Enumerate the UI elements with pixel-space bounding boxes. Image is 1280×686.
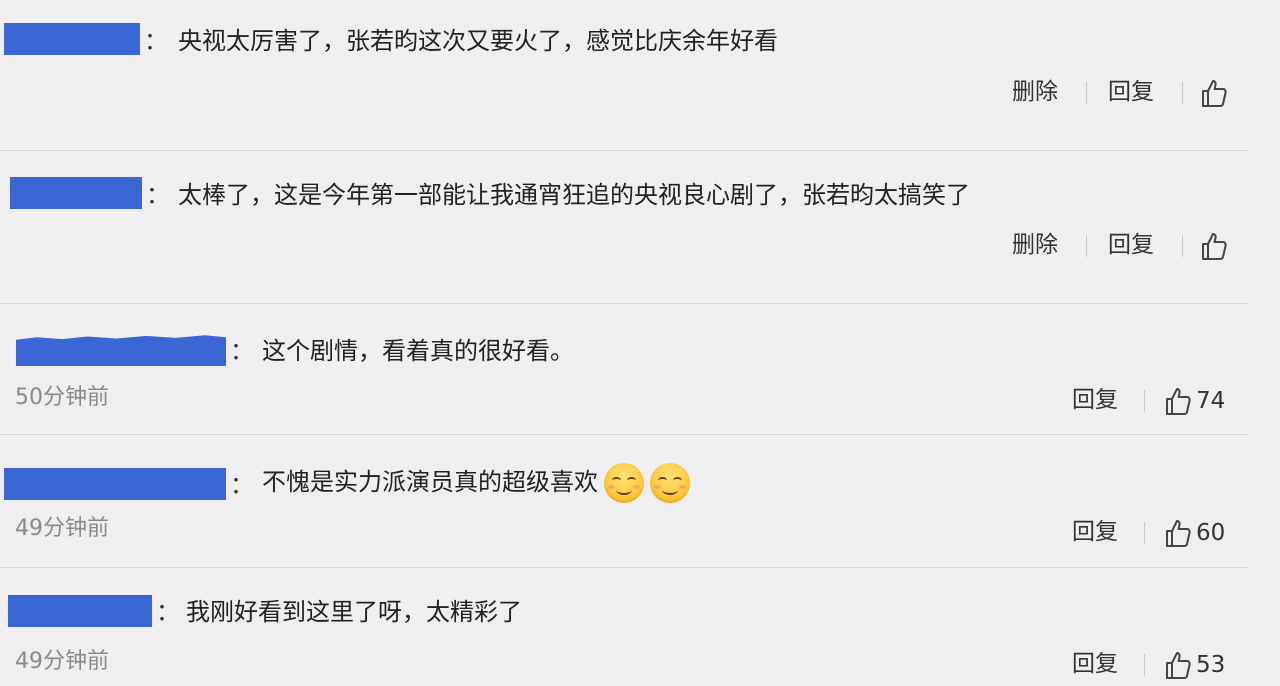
reply-button[interactable]: 回复 [1072,385,1118,415]
action-divider [1144,654,1145,676]
thumbs-up-icon [1166,520,1191,547]
username-separator: ： [230,471,254,499]
action-divider [1182,82,1183,104]
smiling-face-emoji [604,463,644,503]
like-button[interactable] [1200,231,1228,261]
reply-button[interactable]: 回复 [1072,517,1118,547]
like-count: 74 [1196,388,1226,414]
like-count: 53 [1196,652,1226,678]
comment-item: ： 我刚好看到这里了呀，太精彩了 49分钟前 回复 53 [0,568,1248,686]
delete-button[interactable]: 删除 [1012,230,1058,260]
username-separator: ： [156,598,180,626]
smiling-face-emoji [650,463,690,503]
action-divider [1182,235,1183,257]
comment-text: 央视太厉害了，张若昀这次又要火了，感觉比庆余年好看 [178,27,778,55]
like-button[interactable]: 60 [1164,518,1225,548]
comment-timestamp: 50分钟前 [15,385,109,410]
action-divider [1086,235,1087,257]
action-divider [1086,82,1087,104]
redacted-username[interactable] [4,468,226,500]
action-divider [1144,522,1145,544]
comment-text: 我刚好看到这里了呀，太精彩了 [186,598,522,626]
comment-text: 太棒了，这是今年第一部能让我通宵狂追的央视良心剧了，张若昀太搞笑了 [178,181,970,209]
thumbs-up-icon [1202,233,1227,260]
comment-item: ： 这个剧情，看着真的很好看。 50分钟前 回复 74 [0,304,1248,434]
reply-button[interactable]: 回复 [1108,77,1154,107]
redacted-username[interactable] [4,23,140,55]
username-separator: ： [146,181,170,209]
comment-item: ： 央视太厉害了，张若昀这次又要火了，感觉比庆余年好看 删除 回复 [0,0,1248,150]
like-button[interactable]: 53 [1164,650,1225,680]
action-divider [1144,390,1145,412]
comment-text: 这个剧情，看着真的很好看。 [262,337,574,365]
redacted-username[interactable] [16,335,226,366]
reply-button[interactable]: 回复 [1108,230,1154,260]
delete-button[interactable]: 删除 [1012,77,1058,107]
redacted-username[interactable] [10,177,142,209]
redacted-username[interactable] [8,595,152,627]
like-count: 60 [1196,520,1226,546]
comment-text-content: 不愧是实力派演员真的超级喜欢 [262,468,598,496]
thumbs-up-icon [1166,652,1191,679]
comment-text: 不愧是实力派演员真的超级喜欢 [262,463,690,503]
reply-button[interactable]: 回复 [1072,649,1118,679]
thumbs-up-icon [1166,388,1191,415]
comment-timestamp: 49分钟前 [15,649,109,674]
comment-timestamp: 49分钟前 [15,516,109,541]
thumbs-up-icon [1202,80,1227,107]
like-button[interactable] [1200,78,1228,108]
comment-item: ： 太棒了，这是今年第一部能让我通宵狂追的央视良心剧了，张若昀太搞笑了 删除 回… [0,151,1248,303]
username-separator: ： [144,27,168,55]
like-button[interactable]: 74 [1164,386,1225,416]
username-separator: ： [230,337,254,365]
comment-item: ： 不愧是实力派演员真的超级喜欢 49分钟前 回复 60 [0,435,1248,567]
